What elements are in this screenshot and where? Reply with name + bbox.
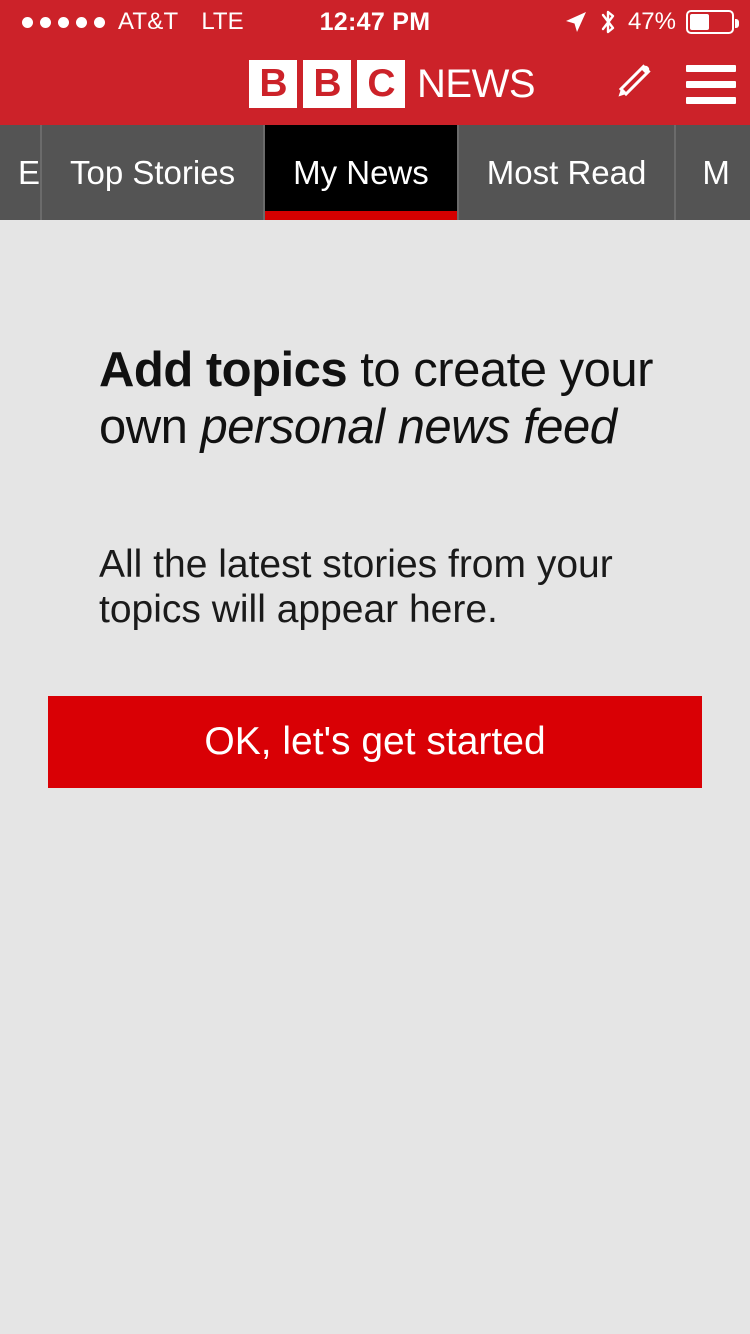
logo-news-word: NEWS	[417, 61, 536, 106]
tab-label: My News	[293, 153, 429, 191]
empty-state-description: All the latest stories from your topics …	[99, 543, 613, 631]
header-actions	[594, 44, 750, 125]
page-title: Add topics to create your own personal n…	[99, 342, 669, 456]
tab-label: Most Read	[486, 153, 647, 191]
app-header: B B C NEWS	[0, 44, 750, 125]
location-arrow-icon	[564, 10, 588, 34]
status-bar-right: 47%	[564, 8, 739, 36]
tab-label: E	[17, 153, 40, 191]
tab-label: Top Stories	[70, 153, 236, 191]
app-screen: AT&T LTE 12:47 PM 47% B B C NEWS E Top S…	[0, 0, 750, 1334]
my-news-empty-state: Add topics to create your own personal n…	[0, 220, 750, 1334]
get-started-button[interactable]: OK, let's get started	[48, 696, 702, 788]
tab-label: M	[702, 153, 730, 191]
active-tab-underline	[265, 211, 457, 220]
tab-most-read[interactable]: Most Read	[458, 125, 677, 220]
bbc-news-logo: B B C NEWS	[249, 60, 536, 108]
pencil-icon	[610, 59, 656, 110]
tab-partial-right[interactable]: M	[676, 125, 730, 220]
headline-bold-part: Add topics	[99, 343, 348, 397]
status-bar: AT&T LTE 12:47 PM 47%	[0, 0, 750, 44]
tab-top-stories[interactable]: Top Stories	[42, 125, 266, 220]
edit-topics-button[interactable]	[594, 44, 672, 125]
battery-icon	[686, 10, 739, 34]
tab-partial-left[interactable]: E	[0, 125, 42, 220]
logo-block-c: C	[357, 60, 405, 108]
menu-button[interactable]	[672, 44, 750, 125]
hamburger-menu-icon	[686, 65, 736, 104]
logo-block-b2: B	[303, 60, 351, 108]
battery-percent-label: 47%	[627, 8, 676, 35]
logo-block-b1: B	[249, 60, 297, 108]
headline-italic-part: personal news feed	[200, 400, 617, 454]
tab-bar[interactable]: E Top Stories My News Most Read M	[0, 125, 750, 220]
tab-my-news[interactable]: My News	[265, 125, 459, 220]
bluetooth-icon	[598, 8, 618, 36]
